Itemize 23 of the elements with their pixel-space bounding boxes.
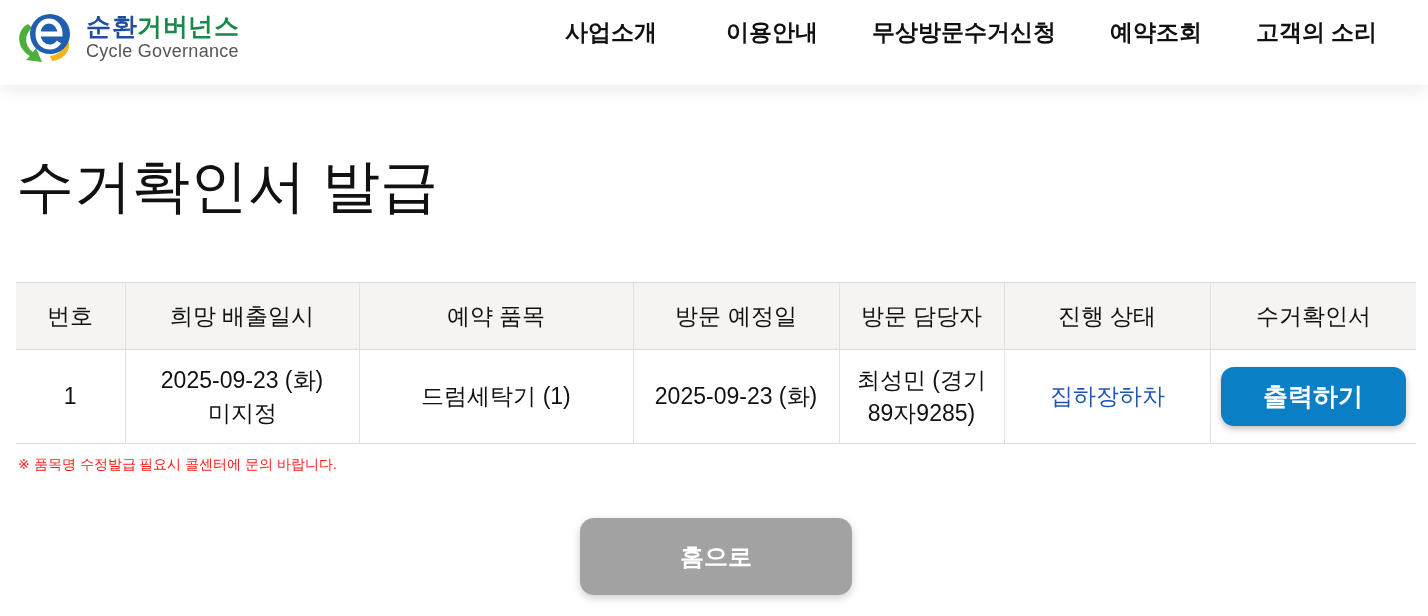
- notice-text: ※ 품목명 수정발급 필요시 콜센터에 문의 바랍니다.: [18, 455, 338, 473]
- nav-link[interactable]: 이용안내: [698, 17, 845, 48]
- column-header: 수거확인서: [1210, 282, 1416, 350]
- logo-subtitle: Cycle Governance: [86, 40, 239, 62]
- column-header: 희망 배출일시: [125, 282, 359, 350]
- column-header: 번호: [16, 282, 125, 350]
- column-header: 방문 예정일: [633, 282, 839, 350]
- nav-link[interactable]: 무상방문수거신청: [844, 17, 1083, 48]
- nav-link[interactable]: 예약조회: [1082, 17, 1229, 48]
- print-button[interactable]: 출력하기: [1220, 367, 1406, 426]
- status-text: 집하장하차: [1049, 383, 1165, 410]
- nav-link[interactable]: 사업소개: [564, 17, 699, 48]
- nav-link[interactable]: 고객의 소리: [1228, 17, 1404, 48]
- table-cell: 최성민 (경기 89자9285): [856, 367, 987, 426]
- table-cell: 2025-09-23 (화) 미지정: [160, 367, 324, 426]
- column-header: 방문 담당자: [839, 282, 1004, 350]
- table-cell: 1: [63, 383, 77, 410]
- logo-wordmark: 순환거버넌스: [86, 11, 239, 41]
- page-title: 수거확인서 발급: [16, 152, 440, 220]
- column-header: 예약 품목: [359, 282, 633, 350]
- table-cell: 2025-09-23 (화): [654, 383, 818, 410]
- column-header: 진행 상태: [1004, 282, 1210, 350]
- table-cell: 드럼세탁기 (1): [421, 383, 571, 410]
